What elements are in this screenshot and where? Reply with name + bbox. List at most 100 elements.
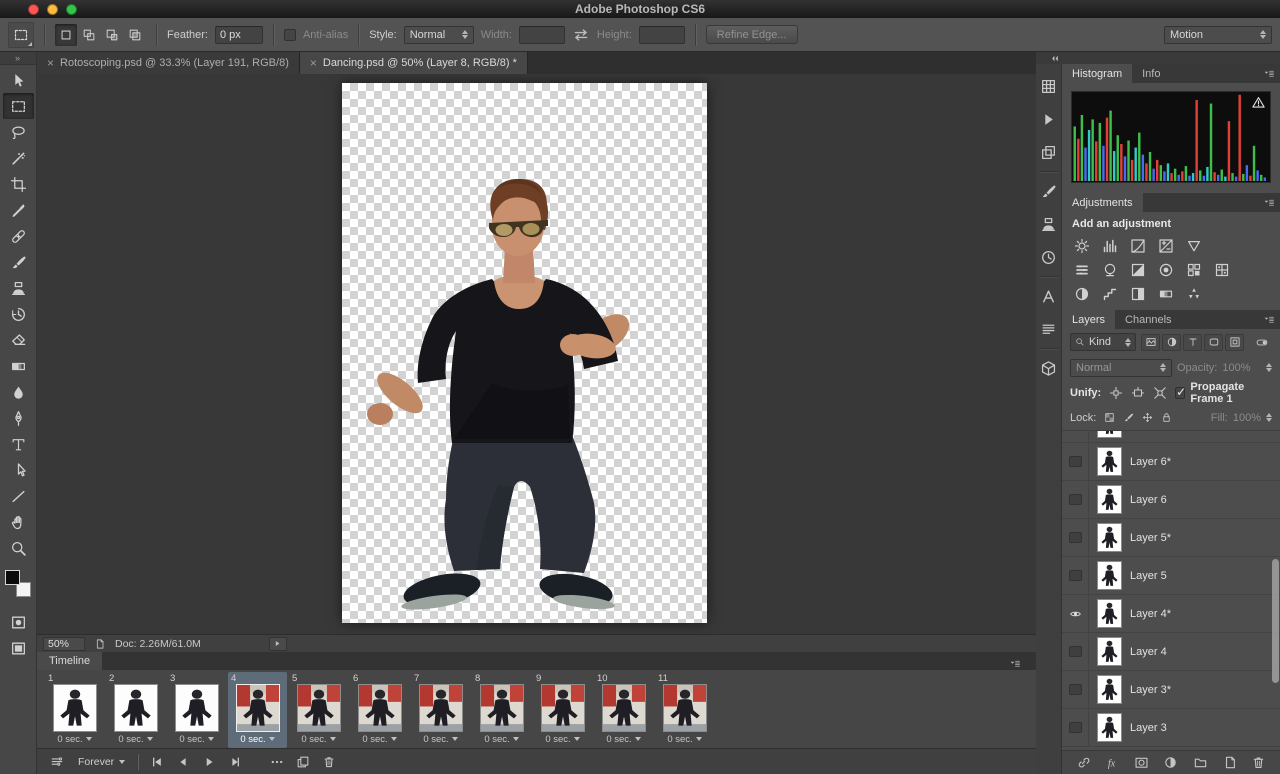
- document-tab[interactable]: ×Dancing.psd @ 50% (Layer 8, RGB/8) *: [300, 52, 528, 74]
- feather-input[interactable]: [215, 26, 263, 44]
- lock-position-button[interactable]: [1139, 410, 1155, 425]
- layer-visibility-toggle[interactable]: [1062, 595, 1089, 632]
- toolbar-collapse-chevron[interactable]: »: [0, 52, 36, 65]
- propagate-frame-checkbox[interactable]: [1175, 387, 1185, 399]
- unify-position-button[interactable]: [1106, 384, 1126, 401]
- layer-visibility-toggle[interactable]: [1062, 481, 1089, 518]
- smart-object-filter-button[interactable]: [1225, 334, 1244, 351]
- layer-visibility-toggle[interactable]: [1062, 430, 1089, 442]
- vibrance-adjustment-button[interactable]: [1184, 236, 1204, 255]
- timeline-frame[interactable]: 60 sec.: [350, 672, 409, 748]
- frame-duration-select[interactable]: 0 sec.: [362, 732, 396, 746]
- move-tool[interactable]: [3, 67, 34, 93]
- posterize-adjustment-button[interactable]: [1100, 284, 1120, 303]
- invert-adjustment-button[interactable]: [1072, 284, 1092, 303]
- shape-filter-button[interactable]: [1204, 334, 1223, 351]
- gradient-map-adjustment-button[interactable]: [1156, 284, 1176, 303]
- blend-mode-select[interactable]: Normal: [1070, 359, 1172, 377]
- style-select[interactable]: Normal: [404, 26, 474, 44]
- timeline-frame[interactable]: 80 sec.: [472, 672, 531, 748]
- timeline-frame[interactable]: 50 sec.: [289, 672, 348, 748]
- link-layers-button[interactable]: [1075, 754, 1092, 771]
- paragraph-panel-icon-button[interactable]: [1039, 319, 1059, 339]
- panel-menu-icon[interactable]: [1260, 314, 1278, 326]
- delete-frame-button[interactable]: [317, 753, 341, 771]
- threshold-adjustment-button[interactable]: [1128, 284, 1148, 303]
- new-group-button[interactable]: [1192, 754, 1209, 771]
- tool-presets-panel-icon-button[interactable]: [1039, 247, 1059, 267]
- collapse-panels-icon[interactable]: [1048, 54, 1062, 63]
- brush-presets-panel-icon-button[interactable]: [1039, 181, 1059, 201]
- selective-color-adjustment-button[interactable]: [1184, 284, 1204, 303]
- layer-row[interactable]: Layer 5*: [1062, 519, 1280, 557]
- layer-row[interactable]: Layer 4*: [1062, 595, 1280, 633]
- layer-visibility-toggle[interactable]: [1062, 557, 1089, 594]
- current-tool-badge[interactable]: [8, 22, 34, 48]
- lock-pixels-button[interactable]: [1120, 410, 1136, 425]
- styles-panel-icon-button[interactable]: [1039, 142, 1059, 162]
- layer-visibility-toggle[interactable]: [1062, 709, 1089, 746]
- tab-histogram[interactable]: Histogram: [1062, 64, 1132, 83]
- timeline-frame[interactable]: 110 sec.: [655, 672, 714, 748]
- add-mask-button[interactable]: [1133, 754, 1150, 771]
- play-button[interactable]: [197, 753, 221, 771]
- new-layer-button[interactable]: [1221, 754, 1238, 771]
- frame-duration-select[interactable]: 0 sec.: [240, 732, 274, 746]
- layer-style-button[interactable]: fx: [1104, 754, 1121, 771]
- workspace-select[interactable]: Motion: [1164, 26, 1272, 44]
- eyedropper-tool[interactable]: [3, 197, 34, 223]
- tab-layers[interactable]: Layers: [1062, 310, 1115, 329]
- actions-panel-icon-button[interactable]: [1039, 109, 1059, 129]
- healing-brush-tool[interactable]: [3, 223, 34, 249]
- frame-duration-select[interactable]: 0 sec.: [545, 732, 579, 746]
- layer-visibility-toggle[interactable]: [1062, 443, 1089, 480]
- close-window-button[interactable]: [28, 4, 39, 15]
- delete-layer-button[interactable]: [1250, 754, 1267, 771]
- layer-row[interactable]: Layer 6: [1062, 481, 1280, 519]
- frame-duration-select[interactable]: 0 sec.: [301, 732, 335, 746]
- cached-data-warning-icon[interactable]: [1251, 95, 1266, 110]
- document-tab[interactable]: ×Rotoscoping.psd @ 33.3% (Layer 191, RGB…: [37, 52, 300, 74]
- curves-adjustment-button[interactable]: [1128, 236, 1148, 255]
- document-canvas[interactable]: [342, 83, 707, 623]
- channel-mixer-adjustment-button[interactable]: [1184, 260, 1204, 279]
- add-to-selection-button[interactable]: [78, 24, 100, 46]
- tab-channels[interactable]: Channels: [1115, 310, 1181, 329]
- pen-tool[interactable]: [3, 405, 34, 431]
- swap-dimensions-icon[interactable]: [572, 28, 590, 42]
- new-selection-button[interactable]: [55, 24, 77, 46]
- new-adjustment-button[interactable]: [1162, 754, 1179, 771]
- hand-tool[interactable]: [3, 509, 34, 535]
- layer-visibility-toggle[interactable]: [1062, 519, 1089, 556]
- magic-wand-tool[interactable]: [3, 145, 34, 171]
- line-tool[interactable]: [3, 483, 34, 509]
- zoom-level-field[interactable]: 50%: [43, 637, 85, 651]
- screen-mode-tool[interactable]: [3, 635, 34, 661]
- next-frame-button[interactable]: [223, 753, 247, 771]
- timeline-tab[interactable]: Timeline: [37, 652, 102, 670]
- frame-duration-select[interactable]: 0 sec.: [423, 732, 457, 746]
- layer-row[interactable]: Layer 6*: [1062, 443, 1280, 481]
- path-selection-tool[interactable]: [3, 457, 34, 483]
- frame-duration-select[interactable]: 0 sec.: [606, 732, 640, 746]
- loop-selector[interactable]: Forever: [73, 756, 130, 768]
- height-input[interactable]: [639, 26, 685, 44]
- zoom-window-button[interactable]: [66, 4, 77, 15]
- refine-edge-button[interactable]: Refine Edge...: [706, 25, 798, 44]
- frame-duration-select[interactable]: 0 sec.: [667, 732, 701, 746]
- timeline-options-icon[interactable]: [45, 753, 69, 771]
- panel-menu-icon[interactable]: [1260, 197, 1278, 209]
- frame-duration-select[interactable]: 0 sec.: [57, 732, 91, 746]
- unify-style-button[interactable]: [1150, 384, 1170, 401]
- panel-menu-icon[interactable]: [1006, 658, 1024, 670]
- eraser-tool[interactable]: [3, 327, 34, 353]
- type-tool[interactable]: [3, 431, 34, 457]
- color-balance-adjustment-button[interactable]: [1100, 260, 1120, 279]
- quick-mask-tool[interactable]: [3, 609, 34, 635]
- navigator-panel-icon-button[interactable]: [1039, 76, 1059, 96]
- timeline-frame[interactable]: 100 sec.: [594, 672, 653, 748]
- close-tab-icon[interactable]: ×: [310, 57, 317, 69]
- width-input[interactable]: [519, 26, 565, 44]
- layer-row[interactable]: Layer 4: [1062, 633, 1280, 671]
- close-tab-icon[interactable]: ×: [47, 57, 54, 69]
